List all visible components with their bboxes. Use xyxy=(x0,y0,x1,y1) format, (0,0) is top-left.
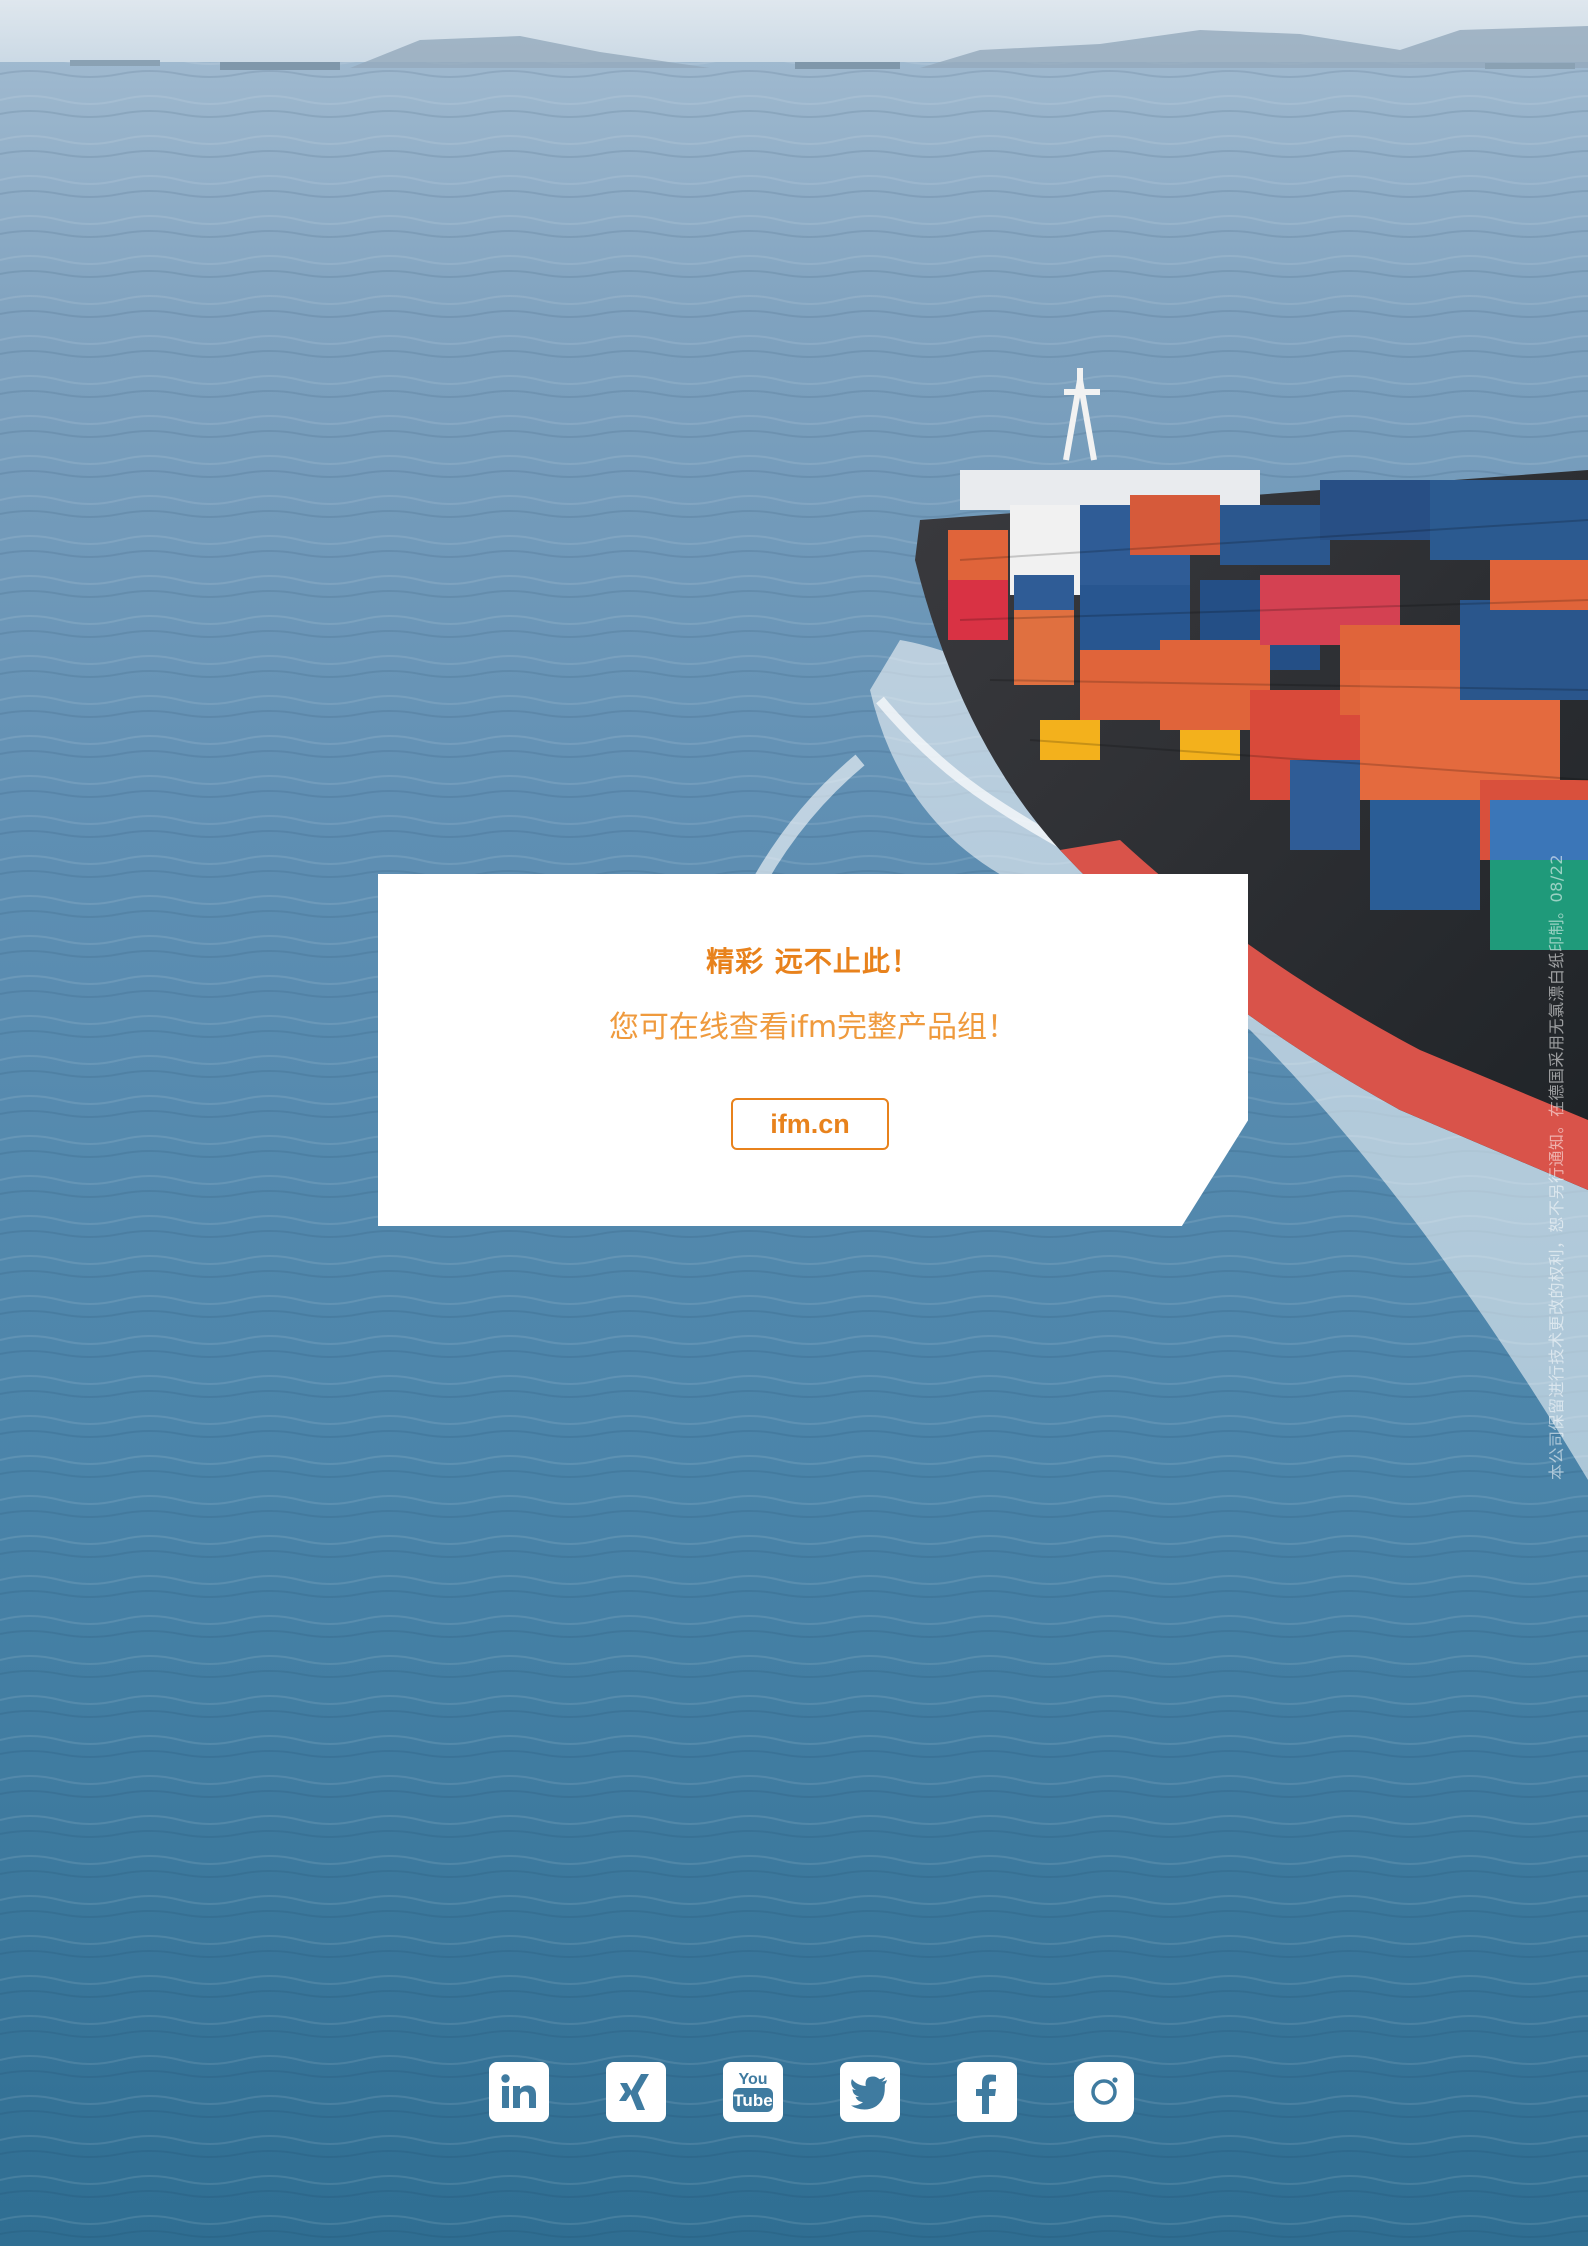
twitter-icon[interactable] xyxy=(840,2062,900,2122)
linkedin-icon[interactable] xyxy=(489,2062,549,2122)
card-subtitle: 您可在线查看ifm完整产品组！ xyxy=(608,1010,1018,1045)
facebook-icon[interactable] xyxy=(957,2062,1017,2122)
info-card: 精彩 远不止此！ 您可在线查看ifm完整产品组！ ifm.cn xyxy=(378,874,1248,1226)
website-link-button[interactable]: ifm.cn xyxy=(731,1098,889,1150)
youtube-icon[interactable]: You Tube xyxy=(723,2062,783,2122)
youtube-you-text: You xyxy=(738,2071,767,2088)
card-title: 精彩 远不止此！ xyxy=(706,945,920,978)
youtube-tube-text: Tube xyxy=(733,2091,772,2110)
xing-icon[interactable] xyxy=(606,2062,666,2122)
side-note: 本公司保留进行技术更改的权利，恕不另行通知。在德国采用无氯漂白纸印制。08/22 xyxy=(1547,853,1566,1480)
instagram-icon[interactable] xyxy=(1074,2062,1134,2122)
social-links: You Tube xyxy=(489,2062,1134,2122)
